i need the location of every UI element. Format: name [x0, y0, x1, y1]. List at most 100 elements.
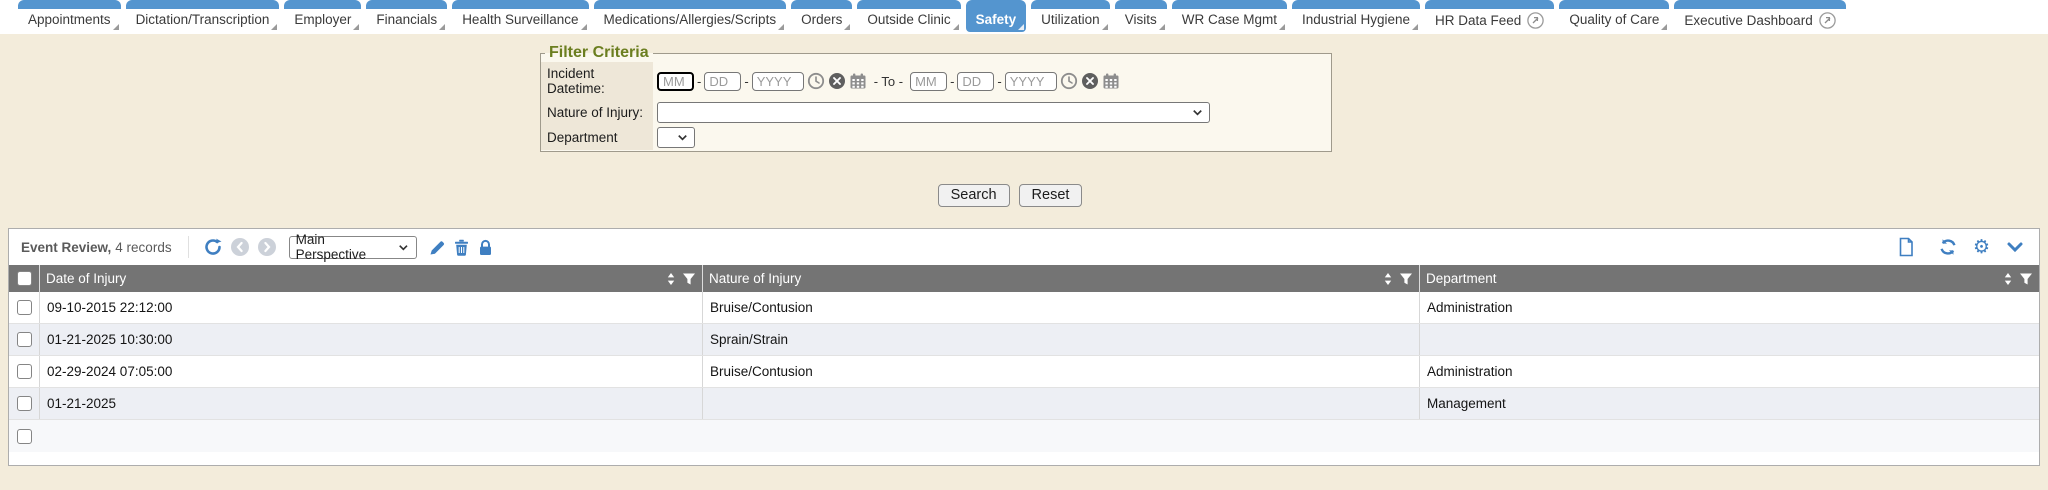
tab-wr-case-mgmt[interactable]: WR Case Mgmt	[1172, 0, 1287, 32]
tab-outside-clinic[interactable]: Outside Clinic	[857, 0, 960, 32]
tab-appointments[interactable]: Appointments	[18, 0, 121, 32]
tab-label: Visits	[1125, 12, 1157, 27]
tab-dropdown-fold-icon	[1661, 24, 1667, 30]
tab-cap	[1674, 0, 1845, 9]
filter-criteria-legend: Filter Criteria	[545, 44, 653, 62]
row-checkbox[interactable]	[17, 396, 32, 411]
column-header-department[interactable]: Department	[1419, 265, 2039, 292]
table-cell	[702, 420, 1419, 452]
table-cell: 09-10-2015 22:12:00	[39, 292, 702, 323]
filter-funnel-icon[interactable]	[682, 272, 696, 286]
column-header-date-of-injury[interactable]: Date of Injury	[39, 265, 702, 292]
tab-health-surveillance[interactable]: Health Surveillance	[452, 0, 588, 32]
department-select[interactable]	[657, 127, 695, 148]
sort-icon[interactable]	[1381, 272, 1395, 286]
tab-industrial-hygiene[interactable]: Industrial Hygiene	[1292, 0, 1420, 32]
tab-employer[interactable]: Employer	[284, 0, 361, 32]
row-checkbox[interactable]	[17, 364, 32, 379]
tab-cap	[1559, 0, 1669, 9]
column-header-nature-of-injury[interactable]: Nature of Injury	[702, 265, 1419, 292]
table-row[interactable]: 09-10-2015 22:12:00Bruise/ContusionAdmin…	[9, 292, 2039, 324]
tab-label: Executive Dashboard	[1684, 13, 1812, 28]
tab-cap	[284, 0, 361, 9]
sort-icon[interactable]	[2001, 272, 2015, 286]
tab-orders[interactable]: Orders	[791, 0, 852, 32]
filter-funnel-icon[interactable]	[2019, 272, 2033, 286]
to-year-input[interactable]	[1005, 72, 1057, 91]
tab-dropdown-fold-icon	[953, 24, 959, 30]
edit-pencil-icon[interactable]	[429, 239, 446, 256]
to-month-input[interactable]	[910, 72, 947, 91]
range-to-separator: - To -	[874, 74, 903, 89]
chevron-down-icon	[397, 241, 410, 254]
table-row[interactable]: 01-21-2025 10:30:00Sprain/Strain	[9, 324, 2039, 356]
tab-hr-data-feed[interactable]: HR Data Feed	[1425, 0, 1554, 34]
table-row[interactable]: 02-29-2024 07:05:00Bruise/ContusionAdmin…	[9, 356, 2039, 388]
from-year-input[interactable]	[752, 72, 804, 91]
table-cell: Sprain/Strain	[702, 324, 1419, 355]
table-cell: Administration	[1419, 292, 2039, 323]
reset-button[interactable]: Reset	[1019, 184, 1083, 207]
nature-of-injury-row: Nature of Injury:	[541, 100, 1331, 125]
to-day-input[interactable]	[957, 72, 994, 91]
tab-dropdown-fold-icon	[778, 24, 784, 30]
from-day-input[interactable]	[704, 72, 741, 91]
tab-cap	[1115, 0, 1167, 9]
panel-title: Event Review,	[21, 240, 111, 255]
tab-executive-dashboard[interactable]: Executive Dashboard	[1674, 0, 1845, 34]
tab-label: Financials	[376, 12, 437, 27]
time-picker-icon[interactable]	[1060, 72, 1078, 90]
row-checkbox[interactable]	[17, 332, 32, 347]
row-checkbox[interactable]	[17, 300, 32, 315]
search-button[interactable]: Search	[938, 184, 1010, 207]
event-review-panel: Event Review, 4 records Main Perspective…	[8, 228, 2040, 466]
tab-dropdown-fold-icon	[353, 24, 359, 30]
external-link-icon[interactable]	[1819, 12, 1836, 29]
incident-datetime-label: Incident Datetime:	[541, 62, 653, 100]
tab-label: Industrial Hygiene	[1302, 12, 1410, 27]
table-row[interactable]: 01-21-2025Management	[9, 388, 2039, 420]
tab-medications-allergies-scripts[interactable]: Medications/Allergies/Scripts	[594, 0, 787, 32]
tab-visits[interactable]: Visits	[1115, 0, 1167, 32]
calendar-icon[interactable]	[1102, 72, 1120, 90]
next-icon	[257, 237, 277, 257]
table-cell: 02-29-2024 07:05:00	[39, 356, 702, 387]
refresh-icon[interactable]	[1938, 237, 1958, 257]
tab-financials[interactable]: Financials	[366, 0, 447, 32]
date-separator: -	[744, 74, 748, 89]
sort-icon[interactable]	[664, 272, 678, 286]
external-link-icon[interactable]	[1527, 12, 1544, 29]
new-document-icon[interactable]	[1896, 237, 1916, 257]
calendar-icon[interactable]	[849, 72, 867, 90]
undo-icon[interactable]	[203, 237, 223, 257]
module-tab-bar: Appointments Dictation/Transcription Emplo…	[0, 0, 2048, 34]
select-all-checkbox[interactable]	[17, 271, 32, 286]
tab-cap	[857, 0, 960, 9]
chevron-down-icon[interactable]	[2005, 237, 2025, 257]
filter-funnel-icon[interactable]	[1399, 272, 1413, 286]
gear-icon[interactable]: ⚙	[1973, 238, 1990, 257]
clear-date-icon[interactable]	[1081, 72, 1099, 90]
delete-trash-icon[interactable]	[453, 239, 470, 256]
perspective-select[interactable]: Main Perspective	[289, 236, 417, 259]
tab-dictation-transcription[interactable]: Dictation/Transcription	[126, 0, 280, 32]
from-month-input[interactable]	[657, 72, 694, 91]
nature-of-injury-select[interactable]	[657, 102, 1210, 123]
tab-label: WR Case Mgmt	[1182, 12, 1277, 27]
tab-utilization[interactable]: Utilization	[1031, 0, 1110, 32]
row-checkbox[interactable]	[17, 429, 32, 444]
table-cell	[702, 388, 1419, 419]
time-picker-icon[interactable]	[807, 72, 825, 90]
record-count: 4 records	[115, 240, 171, 255]
tab-safety[interactable]: Safety	[966, 0, 1027, 32]
clear-date-icon[interactable]	[828, 72, 846, 90]
lock-icon[interactable]	[477, 239, 494, 256]
tab-cap	[1172, 0, 1287, 9]
date-separator: -	[950, 74, 954, 89]
table-cell: Administration	[1419, 356, 2039, 387]
tab-dropdown-fold-icon	[1279, 24, 1285, 30]
new-record-row[interactable]	[9, 420, 2039, 452]
tab-quality-of-care[interactable]: Quality of Care	[1559, 0, 1669, 32]
tab-label: Dictation/Transcription	[136, 12, 270, 27]
tab-dropdown-fold-icon	[1102, 24, 1108, 30]
